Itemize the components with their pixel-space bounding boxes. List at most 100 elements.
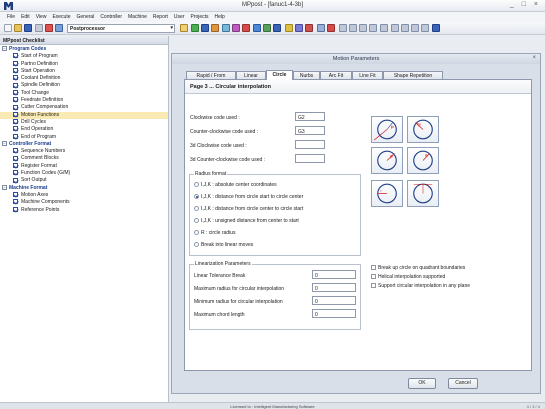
- check-icon: [13, 133, 18, 139]
- find-icon[interactable]: [55, 24, 63, 32]
- max-radius-input[interactable]: 0: [312, 283, 356, 292]
- cancel-button[interactable]: Cancel: [448, 378, 478, 389]
- tree-group-controller-format[interactable]: − Controller Format: [0, 141, 168, 148]
- menu-view[interactable]: View: [33, 12, 50, 20]
- machine-icon[interactable]: [263, 24, 271, 32]
- radio-r-radius[interactable]: R : circle radius: [194, 230, 235, 236]
- coolant-icon[interactable]: [222, 24, 230, 32]
- spindle-icon[interactable]: [232, 24, 240, 32]
- tree-item-drill-cycles[interactable]: Drill Cycles: [0, 119, 168, 126]
- tree-item-sequence-numbers[interactable]: Sequence Numbers: [0, 148, 168, 155]
- feed-icon[interactable]: [242, 24, 250, 32]
- tree-item-end-of-program[interactable]: End of Program: [0, 134, 168, 141]
- tab-circle[interactable]: Circle: [266, 70, 293, 80]
- ok-button[interactable]: OK: [408, 378, 436, 389]
- tree-item-cutter-compensation[interactable]: Cutter Compensation: [0, 104, 168, 111]
- menu-help[interactable]: Help: [212, 12, 228, 20]
- svg-text:ijk: ijk: [425, 153, 429, 157]
- record-icon[interactable]: [327, 24, 335, 32]
- view-icon[interactable]: [317, 24, 325, 32]
- tree-item-start-operation[interactable]: Start Operation: [0, 68, 168, 75]
- menu-file[interactable]: File: [4, 12, 18, 20]
- menu-edit[interactable]: Edit: [18, 12, 33, 20]
- close-doc-icon[interactable]: [421, 24, 429, 32]
- radio-break-linear[interactable]: Break into linear moves: [194, 242, 253, 248]
- checkbox-any-plane[interactable]: Support circular interpolation in any pl…: [371, 283, 470, 289]
- collapse-icon[interactable]: −: [2, 141, 7, 147]
- zoom-out-icon[interactable]: [401, 24, 409, 32]
- checklist-icon[interactable]: [180, 24, 188, 32]
- radio-ijk-absolute[interactable]: I,J,K : absolute center coordinates: [194, 182, 277, 188]
- cut-icon[interactable]: [359, 24, 367, 32]
- dialog-close-icon[interactable]: ×: [532, 55, 536, 61]
- menu-user[interactable]: User: [171, 12, 188, 20]
- copy-icon[interactable]: [369, 24, 377, 32]
- min-radius-input[interactable]: 0: [312, 296, 356, 305]
- stop-icon[interactable]: [305, 24, 313, 32]
- max-chord-input[interactable]: 0: [312, 309, 356, 318]
- collapse-icon[interactable]: −: [2, 184, 7, 190]
- zoom-in-icon[interactable]: [391, 24, 399, 32]
- radio-ijk-start-to-center[interactable]: I,J,K : distance from circle start to ci…: [194, 194, 303, 200]
- redo-icon[interactable]: [349, 24, 357, 32]
- tree-item-feedrate-definition[interactable]: Feedrate Definition: [0, 97, 168, 104]
- tree-item-register-format[interactable]: Register Format: [0, 163, 168, 170]
- tree-item-coolant-definition[interactable]: Coolant Definition: [0, 75, 168, 82]
- linear-tolerance-label: Linear Tolerance Break: [194, 273, 246, 279]
- tree-item-end-operation[interactable]: End Operation: [0, 126, 168, 133]
- menu-projects[interactable]: Projects: [187, 12, 211, 20]
- settings-icon[interactable]: [295, 24, 303, 32]
- delete-icon[interactable]: [45, 24, 53, 32]
- lamp-icon[interactable]: [285, 24, 293, 32]
- tree-item-motion-functions[interactable]: Motion Functions: [0, 111, 168, 119]
- dialog-title-bar: Motion Parameters ×: [172, 54, 540, 64]
- collapse-icon[interactable]: −: [2, 46, 7, 52]
- ccw-code-input[interactable]: G3: [295, 126, 325, 135]
- tree-item-tool-change[interactable]: Tool Change: [0, 90, 168, 97]
- paste-icon[interactable]: [380, 24, 388, 32]
- tree-item-reference-points[interactable]: Reference Points: [0, 207, 168, 214]
- menu-general[interactable]: General: [74, 12, 98, 20]
- help-icon[interactable]: [432, 24, 440, 32]
- linear-tolerance-input[interactable]: 0: [312, 270, 356, 279]
- tree-item-spindle-definition[interactable]: Spindle Definition: [0, 82, 168, 89]
- check-icon: [13, 126, 18, 132]
- tree-item-sort-output[interactable]: Sort Output: [0, 177, 168, 184]
- run-icon[interactable]: [191, 24, 199, 32]
- radio-ijk-unsigned[interactable]: I,J,K : unsigned distance from center to…: [194, 218, 299, 224]
- tool-icon[interactable]: [211, 24, 219, 32]
- undo-icon[interactable]: [339, 24, 347, 32]
- diagram-ijk-absolute: ijk: [371, 116, 403, 143]
- save-icon[interactable]: [24, 24, 32, 32]
- check-icon: [13, 53, 18, 59]
- new-file-icon[interactable]: [4, 24, 12, 32]
- checkbox-break-quadrant[interactable]: Break up circle on quadrant boundaries: [371, 265, 465, 271]
- menu-report[interactable]: Report: [150, 12, 171, 20]
- search-icon[interactable]: [411, 24, 419, 32]
- ccw3d-code-input[interactable]: [295, 154, 325, 163]
- license-text: Licensed to : Intelligent Manufacturing …: [230, 404, 315, 409]
- table-icon[interactable]: [273, 24, 281, 32]
- tree-group-program-codes[interactable]: − Program Codes: [0, 46, 168, 53]
- cw-code-input[interactable]: G2: [295, 112, 325, 121]
- tree-item-comment-blocks[interactable]: Comment Blocks: [0, 155, 168, 162]
- open-folder-icon[interactable]: [14, 24, 22, 32]
- tree-item-function-codes[interactable]: Function Codes (G/M): [0, 170, 168, 177]
- motion-icon[interactable]: [201, 24, 209, 32]
- menu-controller[interactable]: Controller: [97, 12, 125, 20]
- checkbox-helical[interactable]: Helical interpolation supported: [371, 274, 445, 280]
- tree-group-machine-format[interactable]: − Machine Format: [0, 185, 168, 192]
- print-icon[interactable]: [35, 24, 43, 32]
- cw3d-code-input[interactable]: [295, 140, 325, 149]
- tree-item-partno-definition[interactable]: Partno Definition: [0, 61, 168, 68]
- window-controls[interactable]: _ □ ×: [510, 1, 541, 8]
- radio-ijk-center-to-start[interactable]: I,J,K : distance from circle center to c…: [194, 206, 303, 212]
- tree-item-motion-axes[interactable]: Motion Axes: [0, 192, 168, 199]
- axis-icon[interactable]: [253, 24, 261, 32]
- menu-execute[interactable]: Execute: [49, 12, 73, 20]
- menu-machine[interactable]: Machine: [125, 12, 150, 20]
- postprocessor-select[interactable]: Postprocessor ▾: [67, 24, 175, 33]
- tree-item-machine-components[interactable]: Machine Components: [0, 199, 168, 206]
- tree-item-start-of-program[interactable]: Start of Program: [0, 53, 168, 60]
- checkbox-box: [371, 265, 376, 271]
